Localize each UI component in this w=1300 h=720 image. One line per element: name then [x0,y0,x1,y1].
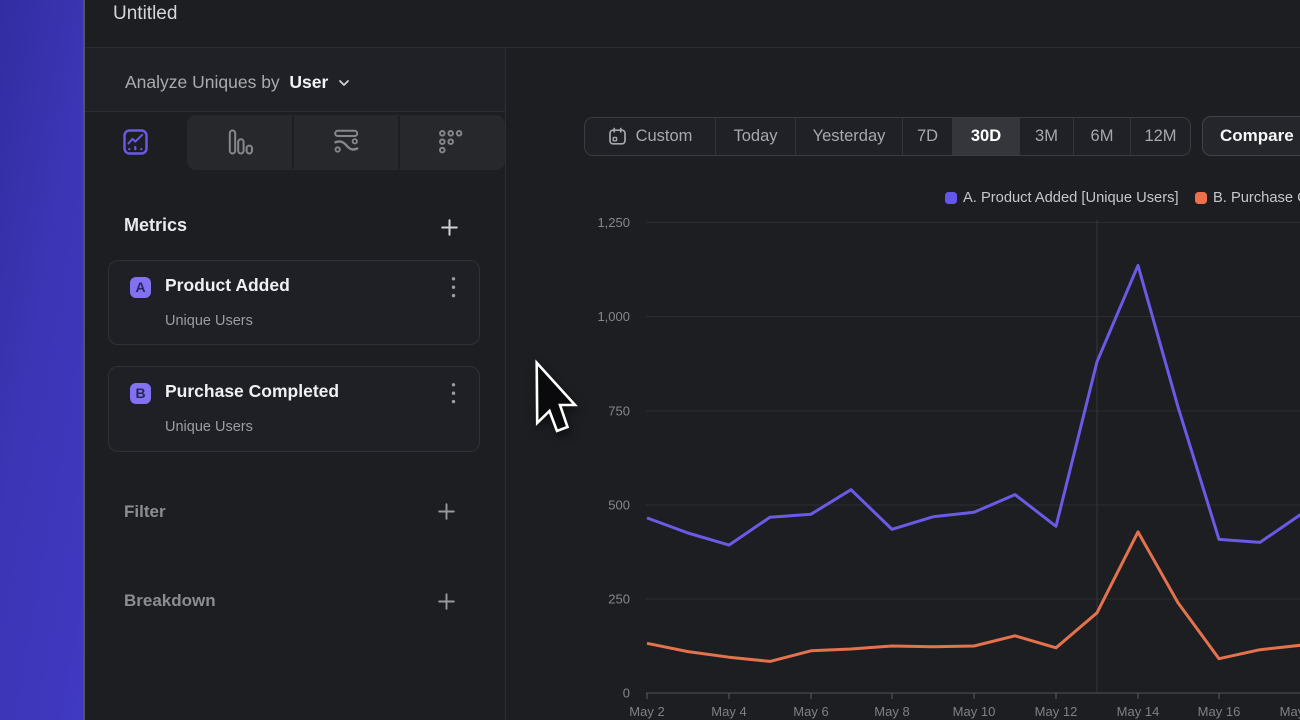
svg-text:May 12: May 12 [1035,704,1078,719]
svg-text:May 2: May 2 [629,704,664,719]
svg-text:May 8: May 8 [874,704,909,719]
svg-text:250: 250 [608,592,630,607]
svg-text:750: 750 [608,404,630,419]
svg-text:May 14: May 14 [1117,704,1160,719]
svg-text:0: 0 [623,686,630,701]
svg-text:May 10: May 10 [953,704,996,719]
svg-text:May 18: May 18 [1280,704,1300,719]
svg-text:1,250: 1,250 [597,215,630,230]
svg-text:500: 500 [608,498,630,513]
svg-text:May 4: May 4 [711,704,746,719]
svg-text:1,000: 1,000 [597,309,630,324]
svg-text:May 16: May 16 [1198,704,1241,719]
svg-text:May 6: May 6 [793,704,828,719]
